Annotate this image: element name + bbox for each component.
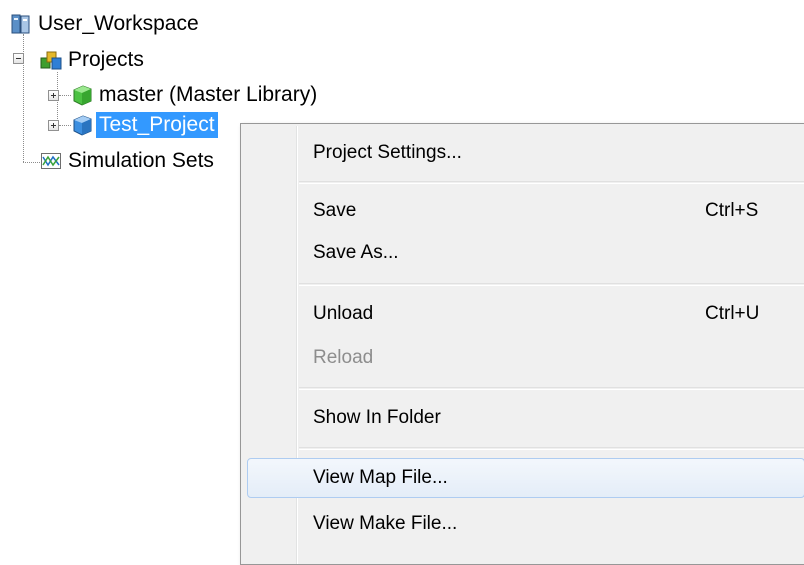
menu-item-label: Save [313,200,357,221]
tree-label: master (Master Library) [99,83,318,106]
menu-item-shortcut: Ctrl+S [705,200,759,221]
menu-item-reload: Reload [245,338,804,378]
projects-icon [40,49,62,71]
tree-node-simulation-sets[interactable]: Simulation Sets [40,148,217,174]
menu-item-label: Save As... [313,242,399,263]
expand-icon[interactable] [48,120,59,131]
menu-item-project-settings[interactable]: Project Settings... [245,133,804,173]
menu-item-view-map-file[interactable]: View Map File... [247,458,804,498]
tree-label: User_Workspace [38,12,199,35]
workspace-icon [10,13,32,35]
simulation-chart-icon [40,150,62,172]
menu-item-label: Unload [313,303,374,324]
tree-node-workspace[interactable]: User_Workspace [10,11,202,37]
menu-item-save-as[interactable]: Save As... [245,233,804,273]
tree-label-selected: Test_Project [96,112,218,138]
menu-separator [299,387,804,390]
menu-item-label: View Map File... [313,467,448,488]
menu-separator [299,283,804,286]
tree-line [23,162,40,163]
menu-separator [299,181,804,184]
tree-label: Simulation Sets [68,149,214,172]
tree-node-projects[interactable]: Projects [40,47,147,73]
collapse-icon[interactable] [13,53,24,64]
expand-icon[interactable] [48,90,59,101]
tree-line [59,125,71,126]
menu-item-label: Show In Folder [313,407,441,428]
menu-item-label: View Make File... [313,513,458,534]
library-cube-icon [71,84,93,106]
menu-item-view-make-file[interactable]: View Make File... [245,504,804,544]
tree-line [59,95,71,96]
project-cube-icon [71,114,93,136]
tree-node-master[interactable]: master (Master Library) [71,82,320,108]
menu-item-show-in-folder[interactable]: Show In Folder [245,398,804,438]
menu-item-label: Reload [313,347,374,368]
tree-label: Projects [68,48,144,71]
menu-item-unload[interactable]: Unload Ctrl+U [245,294,804,334]
menu-separator [299,447,804,450]
context-menu: Project Settings... Save Ctrl+S Save As.… [240,123,804,565]
menu-item-save[interactable]: Save Ctrl+S [245,191,804,231]
menu-item-label: Project Settings... [313,142,462,163]
menu-item-shortcut: Ctrl+U [705,303,760,324]
tree-node-test-project[interactable]: Test_Project [71,112,218,138]
